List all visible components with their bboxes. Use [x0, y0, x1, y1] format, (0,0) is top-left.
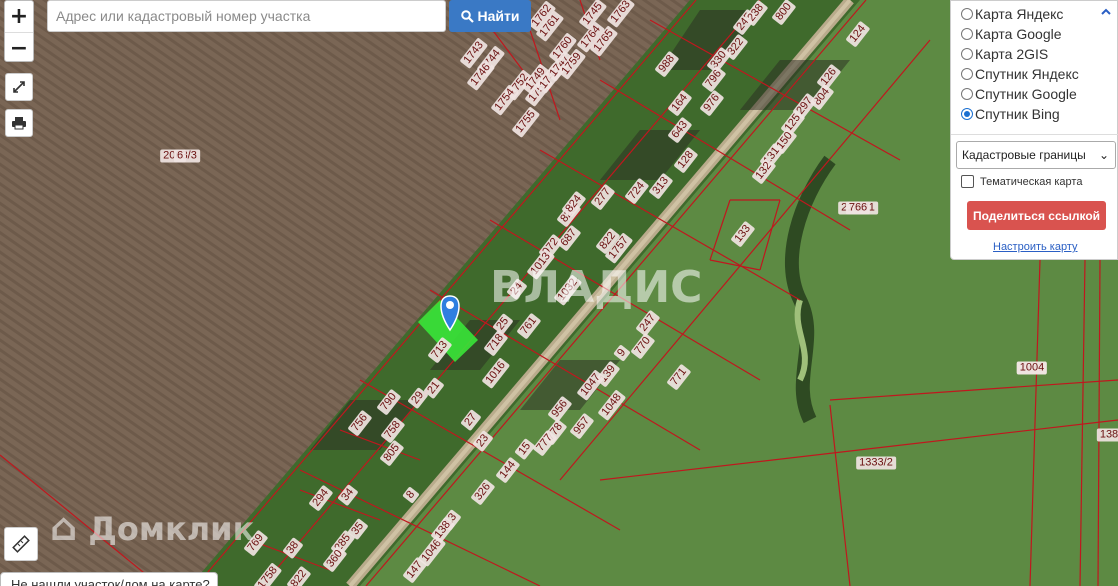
vladis-watermark: ВЛАДИС: [490, 262, 703, 313]
layer-option-yandex-satellite[interactable]: Спутник Яндекс: [961, 64, 1079, 84]
divider: [951, 134, 1118, 135]
layer-option-2gis-map[interactable]: Карта 2GIS: [961, 44, 1048, 64]
layer-option-google-map[interactable]: Карта Google: [961, 24, 1062, 44]
radio-2gis-map[interactable]: [961, 48, 973, 60]
layer-option-google-satellite[interactable]: Спутник Google: [961, 84, 1077, 104]
layer-label: Карта 2GIS: [975, 46, 1049, 62]
parcel-label[interactable]: 766: [845, 201, 871, 215]
parcel-label[interactable]: 138: [1096, 428, 1118, 442]
expand-icon: [13, 81, 25, 93]
radio-google-satellite[interactable]: [961, 88, 973, 100]
printer-icon: [12, 117, 26, 130]
search-button-label: Найти: [477, 8, 520, 24]
boundary-select-value: Кадастровые границы: [962, 148, 1086, 162]
radio-yandex-map[interactable]: [961, 8, 973, 20]
search-input[interactable]: [47, 0, 446, 32]
parcel-label[interactable]: 6: [173, 149, 187, 163]
parcel-label[interactable]: 1004: [1016, 361, 1048, 375]
layer-label: Карта Яндекс: [975, 6, 1064, 22]
chevron-up-icon[interactable]: [1101, 7, 1111, 17]
share-link-button[interactable]: Поделиться ссылкой: [967, 201, 1106, 230]
zoom-out-button[interactable]: −: [5, 32, 33, 63]
radio-bing-satellite[interactable]: [961, 108, 973, 120]
fullscreen-button[interactable]: [5, 73, 33, 101]
configure-map-link[interactable]: Настроить карту: [993, 241, 1078, 253]
search-button[interactable]: Найти: [449, 0, 531, 32]
layer-panel: Карта Яндекс Карта Google Карта 2GIS Спу…: [950, 0, 1118, 260]
layer-option-yandex-map[interactable]: Карта Яндекс: [961, 4, 1063, 24]
search-icon: [460, 9, 474, 23]
layer-label: Спутник Bing: [975, 106, 1060, 122]
chevron-down-icon: ⌄: [1098, 148, 1109, 162]
layer-label: Спутник Google: [975, 86, 1077, 102]
thematic-label: Тематическая карта: [980, 175, 1083, 188]
ruler-icon: [12, 535, 30, 553]
zoom-control: + −: [4, 0, 34, 62]
radio-yandex-satellite[interactable]: [961, 68, 973, 80]
not-found-link[interactable]: Не нашли участок/дом на карте?: [0, 572, 218, 586]
zoom-in-button[interactable]: +: [5, 1, 33, 32]
print-button[interactable]: [5, 109, 33, 137]
layer-option-bing-satellite[interactable]: Спутник Bing: [961, 104, 1060, 124]
ruler-button[interactable]: [4, 527, 38, 561]
thematic-checkbox[interactable]: [961, 175, 974, 188]
radio-google-map[interactable]: [961, 28, 973, 40]
layer-label: Карта Google: [975, 26, 1062, 42]
domclick-watermark: ⌂ Домклик: [50, 505, 255, 549]
parcel-label[interactable]: 1333/2: [856, 456, 896, 470]
layer-label: Спутник Яндекс: [975, 66, 1079, 82]
boundary-select[interactable]: Кадастровые границы ⌄: [956, 141, 1116, 169]
thematic-map-toggle[interactable]: Тематическая карта: [961, 175, 1082, 188]
